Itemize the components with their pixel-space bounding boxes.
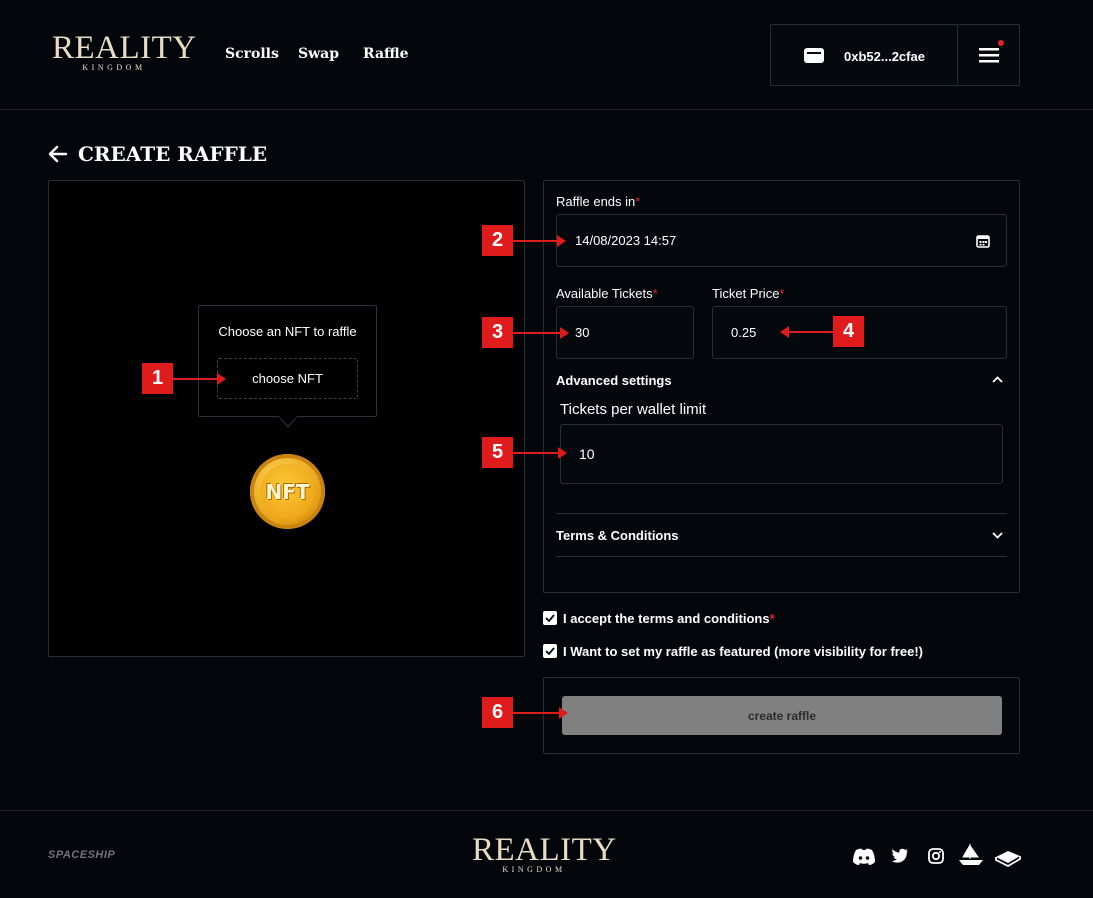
footer-logo-main: REALITY bbox=[472, 832, 617, 868]
annotation-arrow-6 bbox=[513, 707, 568, 719]
raffle-end-label: Raffle ends in* bbox=[556, 194, 641, 209]
chevron-down-icon bbox=[992, 532, 1003, 539]
annotation-arrow-1 bbox=[173, 373, 226, 385]
annotation-marker-1: 1 bbox=[142, 363, 173, 394]
annotation-arrow-3 bbox=[513, 327, 569, 339]
available-tickets-value: 30 bbox=[575, 325, 590, 340]
annotation-marker-2: 2 bbox=[482, 225, 513, 256]
footer-logo[interactable]: REALITY KINGDOM bbox=[472, 832, 617, 875]
popup-tail-inner bbox=[279, 416, 297, 426]
annotation-marker-4: 4 bbox=[833, 316, 864, 347]
featured-checkbox[interactable] bbox=[543, 644, 557, 658]
notification-dot bbox=[998, 40, 1004, 46]
choose-nft-button[interactable]: choose NFT bbox=[217, 358, 358, 399]
available-tickets-input[interactable]: 30 bbox=[556, 306, 694, 359]
calendar-icon[interactable] bbox=[976, 234, 990, 248]
wallet-limit-value: 10 bbox=[579, 446, 595, 462]
ship-icon[interactable] bbox=[958, 843, 984, 867]
twitter-icon[interactable] bbox=[891, 848, 909, 864]
divider bbox=[556, 556, 1007, 557]
nav-item-raffle[interactable]: Raffle bbox=[363, 46, 409, 62]
nft-preview-panel: Choose an NFT to raffle choose NFT NFT bbox=[48, 180, 525, 657]
wallet-address: 0xb52...2cfae bbox=[844, 49, 925, 64]
page-title: CREATE RAFFLE bbox=[78, 142, 268, 166]
nft-picker-popup: Choose an NFT to raffle choose NFT bbox=[198, 305, 377, 428]
submit-panel: create raffle bbox=[543, 677, 1020, 754]
header-logo[interactable]: REALITY KINGDOM bbox=[52, 30, 197, 73]
book-icon[interactable] bbox=[995, 849, 1021, 867]
raffle-end-value: 14/08/2023 14:57 bbox=[575, 233, 677, 248]
wallet-limit-input[interactable]: 10 bbox=[560, 424, 1003, 484]
chevron-up-icon bbox=[992, 376, 1003, 383]
hamburger-menu-icon bbox=[979, 48, 999, 63]
logo-main-text: REALITY bbox=[52, 30, 197, 66]
annotation-arrow-2 bbox=[513, 235, 566, 247]
menu-button[interactable] bbox=[958, 24, 1020, 86]
wallet-icon bbox=[804, 48, 824, 63]
annotation-arrow-4 bbox=[780, 326, 833, 338]
create-raffle-button[interactable]: create raffle bbox=[562, 696, 1002, 735]
nav-item-scrolls[interactable]: Scrolls bbox=[225, 46, 279, 62]
wallet-limit-label: Tickets per wallet limit bbox=[560, 401, 707, 418]
wallet-button[interactable]: 0xb52...2cfae bbox=[770, 24, 958, 86]
page-title-row: CREATE RAFFLE bbox=[48, 141, 267, 167]
advanced-settings-label: Advanced settings bbox=[556, 373, 672, 388]
advanced-settings-toggle[interactable]: Advanced settings bbox=[556, 369, 1007, 393]
arrow-left-icon[interactable] bbox=[48, 145, 68, 163]
discord-icon[interactable] bbox=[852, 848, 876, 866]
accept-terms-checkbox[interactable] bbox=[543, 611, 557, 625]
terms-conditions-toggle[interactable]: Terms & Conditions bbox=[556, 514, 1007, 556]
nft-coin-inner: NFT bbox=[260, 464, 315, 519]
checkmark-icon bbox=[545, 614, 555, 622]
ticket-price-label: Ticket Price* bbox=[712, 286, 785, 301]
nft-coin-icon: NFT bbox=[250, 454, 325, 529]
annotation-marker-6: 6 bbox=[482, 697, 513, 728]
annotation-marker-5: 5 bbox=[482, 437, 513, 468]
annotation-marker-3: 3 bbox=[482, 317, 513, 348]
featured-label[interactable]: I Want to set my raffle as featured (mor… bbox=[563, 644, 923, 659]
ticket-price-value: 0.25 bbox=[731, 325, 757, 340]
raffle-end-input[interactable]: 14/08/2023 14:57 bbox=[556, 214, 1007, 267]
terms-conditions-label: Terms & Conditions bbox=[556, 528, 679, 543]
nav-item-swap[interactable]: Swap bbox=[298, 46, 339, 62]
nft-picker-prompt: Choose an NFT to raffle bbox=[218, 324, 357, 339]
available-tickets-label: Available Tickets* bbox=[556, 286, 658, 301]
accept-terms-label[interactable]: I accept the terms and conditions* bbox=[563, 611, 775, 626]
partner-logo[interactable]: SPACESHIP bbox=[48, 849, 115, 861]
nft-coin-text: NFT bbox=[265, 479, 310, 504]
raffle-form-panel: Raffle ends in* 14/08/2023 14:57 Availab… bbox=[543, 180, 1020, 593]
checkmark-icon bbox=[545, 647, 555, 655]
top-navigation-bar: REALITY KINGDOM Scrolls Swap Raffle 0xb5… bbox=[0, 0, 1093, 110]
annotation-arrow-5 bbox=[513, 447, 567, 459]
instagram-icon[interactable] bbox=[928, 848, 944, 864]
